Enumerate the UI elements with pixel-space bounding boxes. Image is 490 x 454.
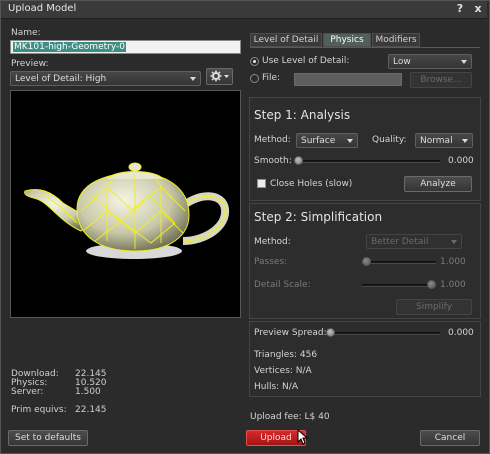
smooth-value: 0.000 (448, 156, 474, 166)
preview-spread-slider-thumb[interactable] (326, 328, 335, 337)
upload-fee-label: Upload fee: L$ 40 (250, 412, 330, 422)
preview-lod-select[interactable]: Level of Detail: High (10, 71, 201, 86)
tab-bar: Level of Detail Physics Modifiers (250, 33, 480, 47)
simplify-button[interactable]: Simplify (396, 299, 472, 315)
detail-scale-label: Detail Scale: (254, 280, 311, 290)
tab-physics[interactable]: Physics (323, 33, 371, 47)
server-label: Server: (11, 387, 44, 397)
smooth-label: Smooth: (254, 156, 292, 166)
chevron-down-icon (462, 139, 468, 143)
passes-label: Passes: (254, 257, 288, 267)
simplification-method-value: Better Detail (371, 237, 429, 247)
simplification-method-label: Method: (254, 237, 291, 247)
help-icon[interactable]: ? (454, 2, 466, 16)
quality-select[interactable]: Normal (415, 133, 473, 148)
close-holes-label: Close Holes (slow) (270, 179, 353, 189)
file-label: File: (262, 73, 281, 83)
mouse-cursor-icon (297, 429, 309, 445)
teapot-model-preview (24, 162, 230, 259)
analysis-method-select[interactable]: Surface (296, 133, 358, 148)
detail-scale-slider-thumb[interactable] (427, 280, 436, 289)
file-radio[interactable] (250, 74, 259, 83)
quality-label: Quality: (372, 135, 407, 145)
close-holes-checkbox[interactable] (257, 179, 266, 188)
detail-scale-slider[interactable] (362, 284, 436, 287)
analysis-method-value: Surface (301, 136, 336, 146)
file-path-field[interactable] (294, 73, 402, 86)
server-value: 1.500 (75, 387, 101, 397)
use-lod-select-value: Low (393, 57, 411, 67)
chevron-down-icon (461, 60, 467, 64)
set-to-defaults-button[interactable]: Set to defaults (8, 430, 88, 446)
quality-value: Normal (420, 136, 453, 146)
chevron-down-icon (347, 139, 353, 143)
preview-spread-label: Preview Spread: (254, 328, 327, 338)
cancel-button[interactable]: Cancel (420, 430, 480, 446)
name-label: Name: (11, 28, 41, 38)
name-field-value: MK101-high-Geometry-0 (13, 42, 126, 52)
passes-slider[interactable] (362, 261, 436, 264)
passes-value: 1.000 (440, 257, 466, 267)
prim-equivs-label: Prim equivs: (11, 405, 67, 415)
detail-scale-value: 1.000 (440, 280, 466, 290)
vertices-count: Vertices: N/A (254, 366, 312, 376)
triangles-count: Triangles: 456 (254, 350, 318, 360)
gear-menu-button[interactable] (206, 68, 233, 85)
analysis-method-label: Method: (254, 135, 291, 145)
hulls-count: Hulls: N/A (254, 382, 298, 392)
chevron-down-icon (451, 240, 457, 244)
close-icon[interactable]: x (472, 2, 484, 16)
tab-modifiers[interactable]: Modifiers (372, 33, 420, 47)
smooth-slider-thumb[interactable] (294, 156, 303, 165)
use-lod-radio[interactable] (250, 57, 259, 66)
model-preview-viewport[interactable] (10, 90, 241, 318)
gear-icon (210, 70, 229, 82)
passes-slider-thumb[interactable] (362, 257, 371, 266)
analysis-title: Step 1: Analysis (254, 108, 351, 122)
use-lod-select[interactable]: Low (388, 54, 472, 69)
smooth-slider[interactable] (294, 160, 440, 163)
analyze-button[interactable]: Analyze (404, 176, 472, 192)
tab-level-of-detail[interactable]: Level of Detail (250, 33, 322, 47)
preview-label: Preview: (11, 59, 49, 69)
window-title: Upload Model (8, 3, 77, 14)
chevron-down-icon (190, 77, 196, 81)
simplification-method-select[interactable]: Better Detail (366, 234, 462, 249)
preview-spread-value: 0.000 (448, 328, 474, 338)
simplification-title: Step 2: Simplification (254, 210, 383, 224)
browse-button[interactable]: Browse... (410, 72, 472, 88)
use-lod-label: Use Level of Detail: (262, 56, 350, 66)
preview-lod-select-value: Level of Detail: High (15, 74, 107, 84)
preview-spread-slider[interactable] (326, 332, 440, 335)
prim-equivs-value: 22.145 (75, 405, 107, 415)
name-field[interactable]: MK101-high-Geometry-0 (10, 40, 241, 54)
